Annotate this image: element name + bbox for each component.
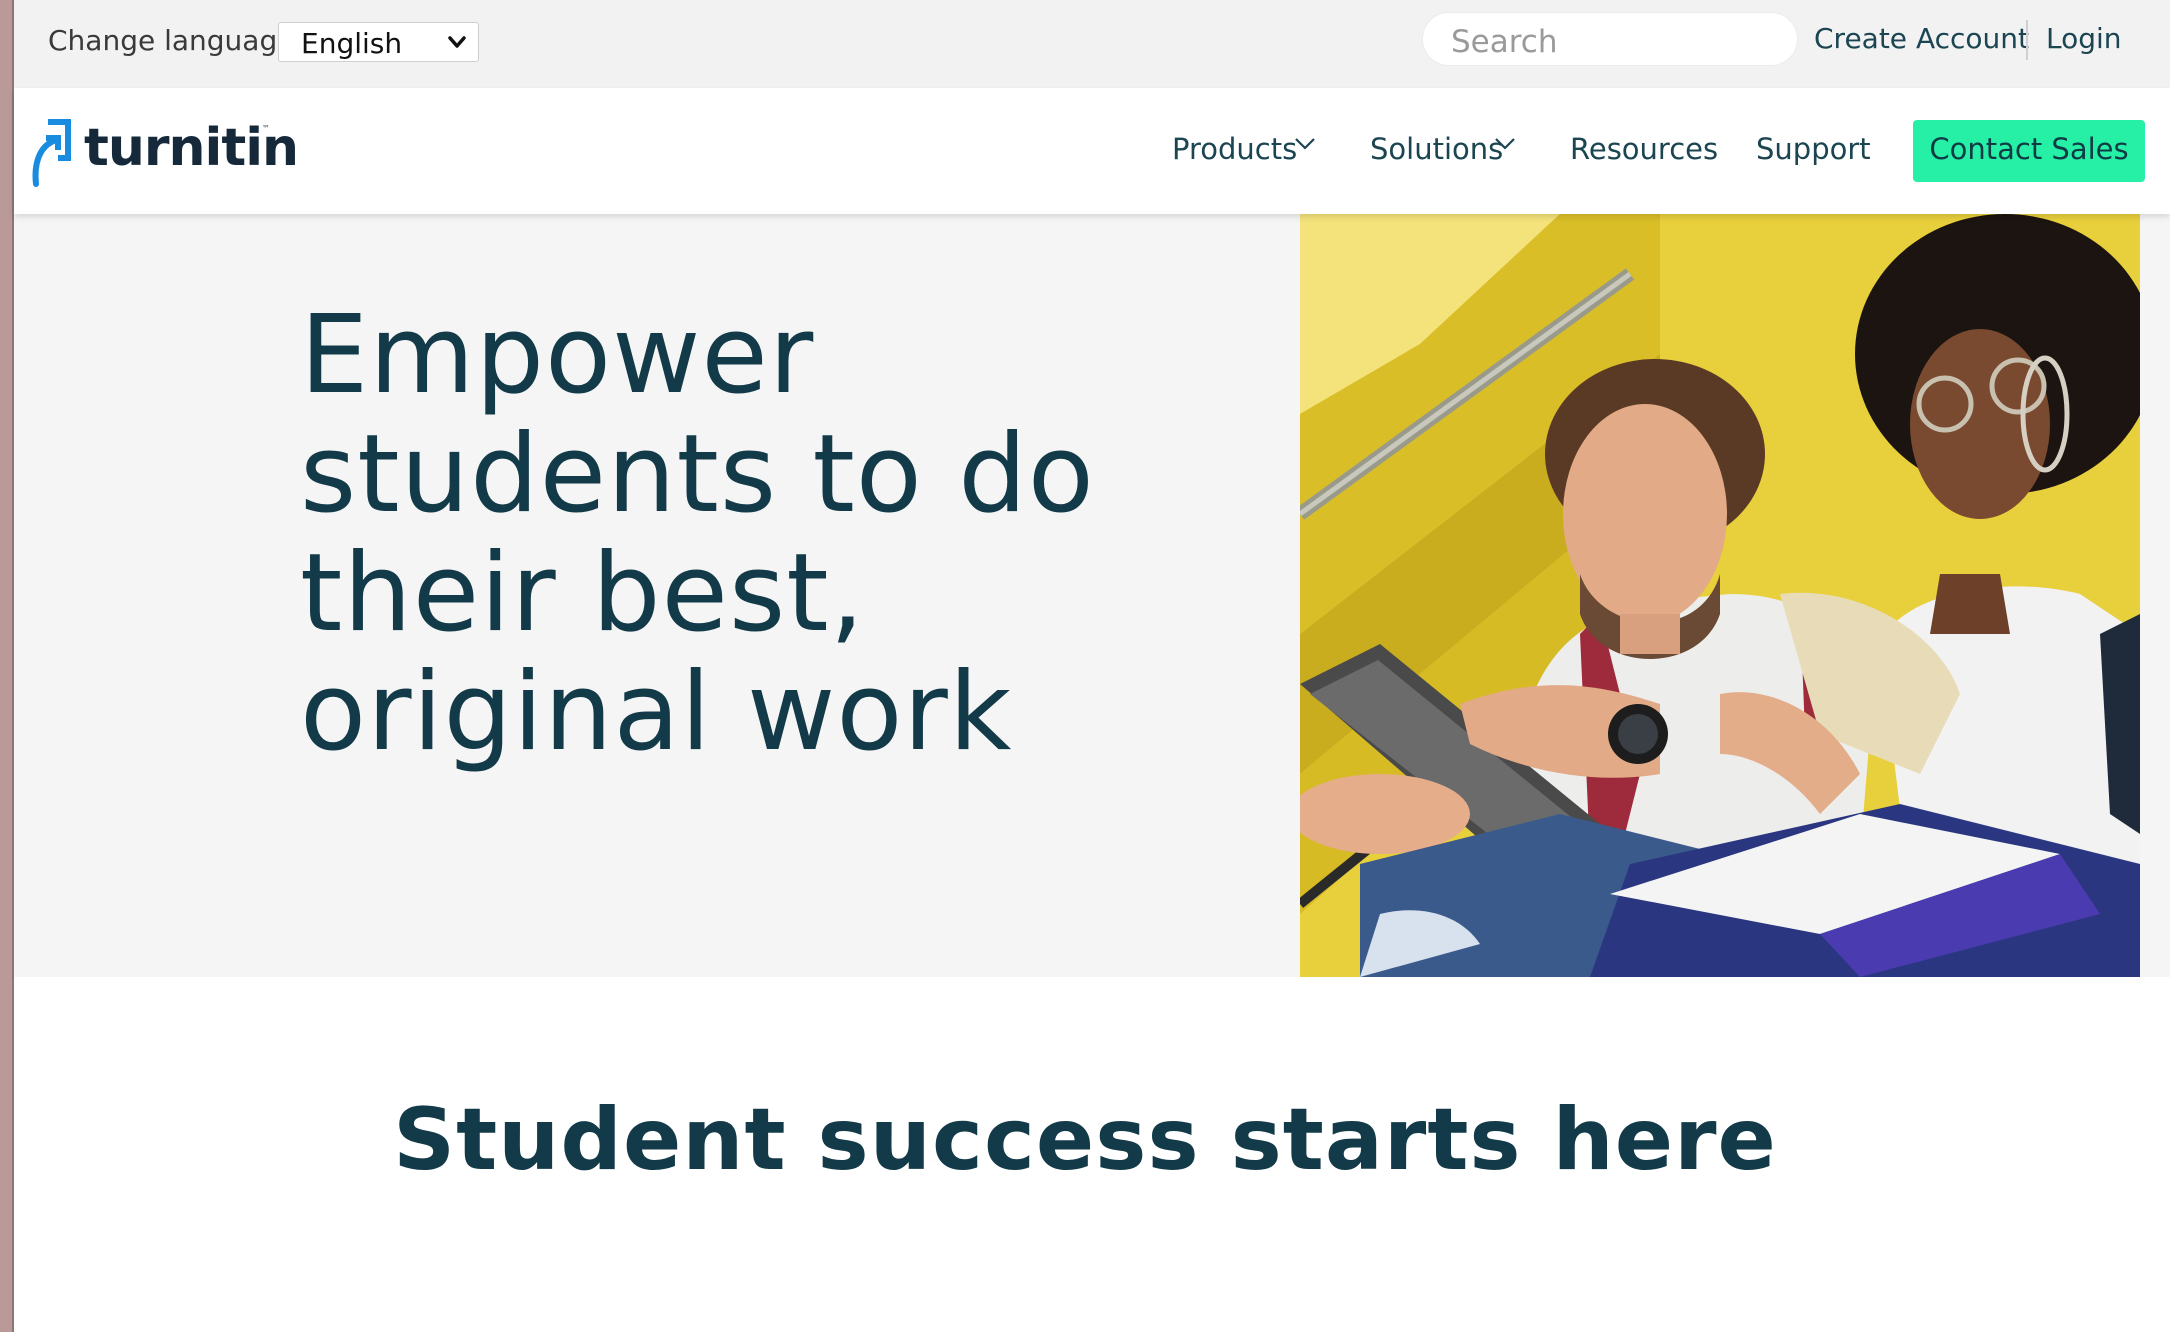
main-nav: turnitin ™ Products Solutions Resources … xyxy=(14,88,2170,214)
nav-products[interactable]: Products xyxy=(1172,132,1297,166)
nav-solutions[interactable]: Solutions xyxy=(1370,132,1503,166)
hero-title-line: their best, xyxy=(300,531,865,656)
change-language-label: Change language xyxy=(48,24,295,57)
section-title: Student success starts here xyxy=(393,1090,1777,1190)
language-select[interactable]: English xyxy=(278,22,479,62)
login-link[interactable]: Login xyxy=(2046,22,2122,55)
contact-sales-button[interactable]: Contact Sales xyxy=(1913,120,2145,182)
logo-trademark: ™ xyxy=(262,124,270,133)
students-photo-illustration xyxy=(1300,214,2140,977)
nav-resources[interactable]: Resources xyxy=(1570,132,1718,166)
hero-title-line: original work xyxy=(300,650,1013,775)
chevron-down-icon[interactable] xyxy=(1494,136,1516,152)
hero-title-line: students to do xyxy=(300,412,1095,537)
hero-photo xyxy=(1300,214,2140,977)
search-input[interactable]: Search xyxy=(1422,12,1798,66)
hero-title: Empower students to do their best, origi… xyxy=(300,296,1200,772)
hero-title-line: Empower xyxy=(300,293,815,418)
chevron-down-icon[interactable] xyxy=(1294,136,1316,152)
search-placeholder: Search xyxy=(1451,24,1558,60)
nav-support[interactable]: Support xyxy=(1756,132,1871,166)
utility-bar: Change language English Search Create Ac… xyxy=(14,0,2170,88)
utility-divider xyxy=(2026,20,2028,60)
hero-section: Empower students to do their best, origi… xyxy=(14,214,2170,977)
turnitin-logo[interactable]: turnitin ™ xyxy=(28,118,299,188)
turnitin-logo-icon xyxy=(32,119,71,187)
create-account-link[interactable]: Create Account xyxy=(1814,22,2029,55)
chevron-down-icon xyxy=(448,36,466,48)
page: Change language English Search Create Ac… xyxy=(0,0,2170,1332)
language-select-value: English xyxy=(301,27,403,60)
